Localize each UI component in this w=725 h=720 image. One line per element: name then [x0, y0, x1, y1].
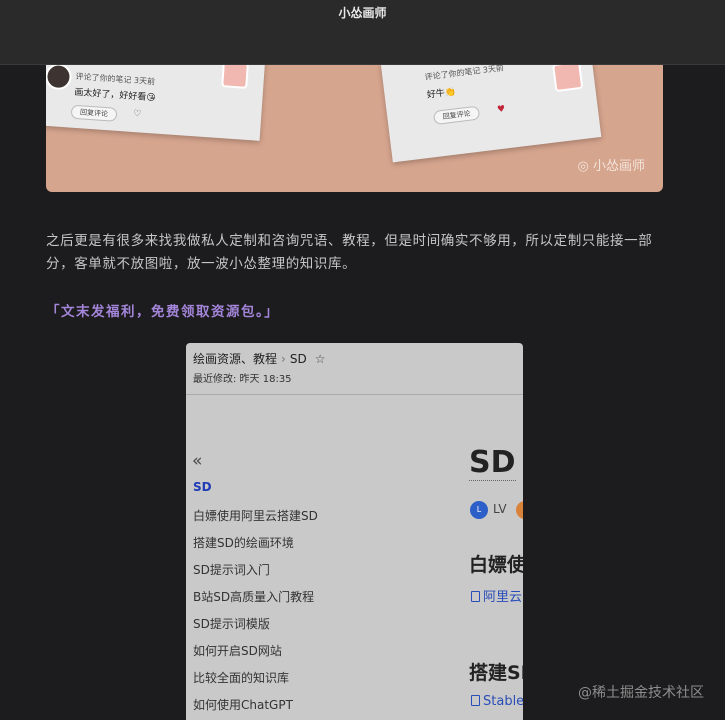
heart-icon: ♥ [496, 104, 506, 116]
nav-item: B站SD高质量入门教程 [193, 590, 315, 604]
doc-header: 绘画资源、教程 › SD ☆ 最近修改: 昨天 18:35 [186, 343, 523, 395]
nav-item: SD提示词入门 [193, 563, 270, 577]
photo-watermark: ◎ 小怂画师 [577, 159, 646, 174]
reply-button: 回复评论 [70, 104, 118, 122]
breadcrumb-current: SD [289, 352, 307, 366]
comment-text: 好牛👏 [426, 87, 457, 101]
section-heading: 搭建SD [469, 662, 523, 684]
doc-link: Stable [471, 694, 523, 709]
document-icon [471, 695, 480, 706]
last-modified: 最近修改: 昨天 18:35 [193, 374, 292, 385]
site-watermark: @稀土掘金技术社区 [578, 685, 704, 701]
author-label: LV [493, 502, 507, 516]
nav-item: SD [193, 480, 212, 494]
article-paragraph: 之后更是有很多来找我做私人定制和咨询咒语、教程，但是时间确实不够用，所以定制只能… [46, 233, 653, 272]
section-heading: 白嫖使 [469, 554, 523, 576]
avatar [46, 62, 73, 91]
document-icon [471, 591, 480, 602]
nav-item: SD提示词模版 [193, 617, 270, 631]
comment-meta: 评论了你的笔记 3天前 [424, 63, 505, 82]
nav-item: 如何开启SD网站 [193, 644, 282, 658]
heart-icon: ♡ [132, 108, 142, 120]
thumbnail [221, 61, 249, 89]
highlight-text: 「文末发福利，免费领取资源包。」 [46, 304, 280, 320]
reply-button: 回复评论 [432, 105, 481, 126]
doc-link: 阿里云 [471, 586, 522, 605]
author-avatar: L [470, 501, 488, 519]
comment-text: 画太好了，好好看😘 [74, 87, 156, 104]
knowledge-base-screenshot: 绘画资源、教程 › SD ☆ 最近修改: 昨天 18:35 « SD 白嫖使用阿里云搭… [186, 343, 523, 720]
nav-item: 白嫖使用阿里云搭建SD [193, 509, 318, 523]
avatar [516, 501, 523, 519]
wechat-icon: ◎ [577, 159, 589, 174]
breadcrumb: 绘画资源、教程 › SD ☆ [193, 350, 325, 367]
chevron-right-icon: › [281, 352, 286, 366]
nav-item: 搭建SD的绘画环境 [193, 536, 294, 550]
doc-title: SD [469, 445, 516, 481]
page-title: 小怂画师 [338, 6, 387, 20]
sidebar-nav: SD 白嫖使用阿里云搭建SD 搭建SD的绘画环境 SD提示词入门 B站SD高质量… [193, 480, 318, 720]
thumbnail [552, 60, 584, 93]
star-icon: ☆ [314, 352, 326, 366]
nav-item: 如何使用ChatGPT [193, 698, 293, 712]
top-bar: 小怂画师 [0, 0, 725, 65]
collapse-sidebar-icon: « [192, 451, 203, 471]
nav-item: 比较全面的知识库 [193, 671, 290, 685]
breadcrumb-parent: 绘画资源、教程 [193, 352, 278, 366]
